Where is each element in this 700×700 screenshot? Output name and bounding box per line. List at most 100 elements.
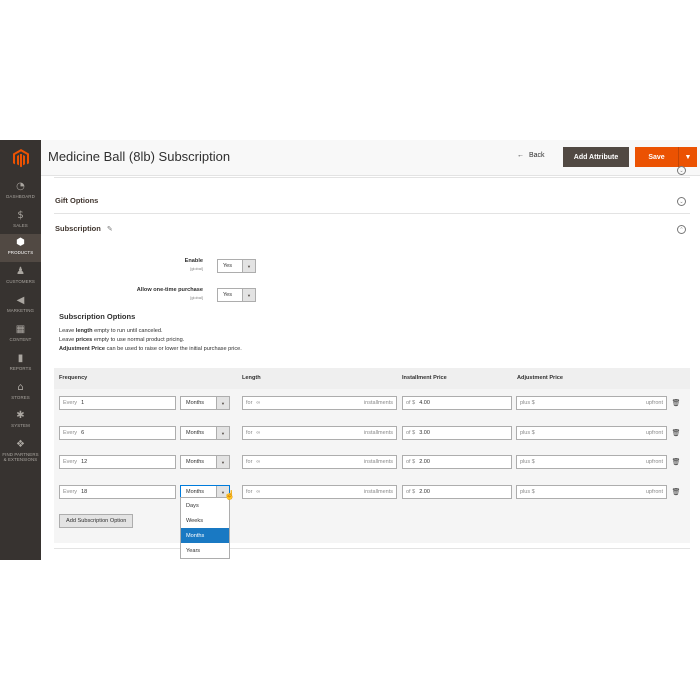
trash-icon[interactable]: 🗑 <box>672 398 681 407</box>
gear-icon: ✱ <box>16 410 25 421</box>
unit-select[interactable]: Months ▼ <box>180 396 230 410</box>
chevron-down-icon: ⌄ <box>677 197 686 206</box>
caret-down-icon: ▼ <box>216 427 229 439</box>
sidebar-item-label: SALES <box>13 223 28 228</box>
back-button[interactable]: ← Back <box>517 152 545 159</box>
cubes-icon: ❖ <box>16 439 25 450</box>
length-input[interactable]: for ∞ installments <box>242 396 397 410</box>
back-arrow-icon: ← <box>517 152 524 159</box>
help-text-length: Leave length empty to run until canceled… <box>59 328 163 334</box>
adjustment-price-input[interactable]: plus $ upfront <box>516 455 667 469</box>
section-collapsed-top[interactable]: ⌄ <box>54 166 690 178</box>
caret-down-icon: ▼ <box>216 456 229 468</box>
megaphone-icon: ◀ <box>16 295 25 306</box>
every-input[interactable]: Every 18 <box>59 485 176 499</box>
header-installment-price: Installment Price <box>402 375 447 381</box>
header-length: Length <box>242 375 261 381</box>
one-time-label: Allow one-time purchase <box>136 287 203 293</box>
sidebar-item-stores[interactable]: ⌂ STORES <box>0 379 41 407</box>
help-text-prices: Leave prices empty to use normal product… <box>59 337 185 343</box>
dropdown-option-months[interactable]: Months <box>181 528 229 543</box>
add-subscription-option-button[interactable]: Add Subscription Option <box>59 514 134 528</box>
section-subscription[interactable]: Subscription ✎ ⌃ <box>54 214 690 242</box>
length-input[interactable]: for ∞ installments <box>242 426 397 440</box>
one-time-scope: [global] <box>190 295 203 300</box>
person-icon: ♟ <box>16 266 25 277</box>
admin-screen: ◔ DASHBOARD $ SALES ⬢ PRODUCTS ♟ CUSTOME… <box>0 140 700 560</box>
options-table-header: Frequency Length Installment Price Adjus… <box>54 368 690 389</box>
installment-price-input[interactable]: of $4.00 <box>402 396 512 410</box>
sidebar-item-label: DASHBOARD <box>6 194 35 199</box>
sidebar-item-content[interactable]: ▦ CONTENT <box>0 321 41 349</box>
header-adjustment-price: Adjustment Price <box>517 375 564 381</box>
one-time-select[interactable]: Yes ▼ <box>217 288 256 302</box>
sidebar-item-partners[interactable]: ❖ FIND PARTNERS & EXTENSIONS <box>0 436 41 466</box>
length-input[interactable]: for ∞ installments <box>242 485 397 499</box>
sidebar-item-marketing[interactable]: ◀ MARKETING <box>0 292 41 320</box>
unit-select[interactable]: Months ▼ <box>180 455 230 469</box>
main-content: ⌄ Gift Options ⌄ Subscription ✎ ⌃ Enable … <box>41 166 700 560</box>
adjustment-price-input[interactable]: plus $ upfront <box>516 396 667 410</box>
length-input[interactable]: for ∞ installments <box>242 455 397 469</box>
sidebar-item-label: REPORTS <box>9 366 32 371</box>
section-gift-options[interactable]: Gift Options ⌄ <box>54 186 690 214</box>
mouse-pointer-icon: ☝ <box>224 490 236 500</box>
enable-select[interactable]: Yes ▼ <box>217 259 256 273</box>
layout-icon: ▦ <box>15 324 26 335</box>
box-icon: ⬢ <box>16 237 25 248</box>
dropdown-option-days[interactable]: Days <box>181 498 229 513</box>
sidebar-item-dashboard[interactable]: ◔ DASHBOARD <box>0 178 41 206</box>
unit-select[interactable]: Months ▼ <box>180 426 230 440</box>
adjustment-price-input[interactable]: plus $ upfront <box>516 426 667 440</box>
enable-label: Enable <box>184 258 203 264</box>
save-button[interactable]: Save <box>635 147 678 167</box>
sidebar-item-label: FIND PARTNERS & EXTENSIONS <box>2 452 39 462</box>
back-label: Back <box>529 152 545 159</box>
section-divider <box>54 548 690 549</box>
add-attribute-button[interactable]: Add Attribute <box>563 147 629 167</box>
sidebar-item-label: SYSTEM <box>11 423 30 428</box>
subscription-options-heading: Subscription Options <box>59 312 136 321</box>
enable-scope: [global] <box>190 266 203 271</box>
dropdown-option-weeks[interactable]: Weeks <box>181 513 229 528</box>
magento-logo-icon[interactable] <box>0 140 41 176</box>
dropdown-option-years[interactable]: Years <box>181 543 229 558</box>
sidebar-item-sales[interactable]: $ SALES <box>0 207 41 235</box>
save-options-toggle[interactable]: ▼ <box>678 147 697 167</box>
sidebar-item-label: MARKETING <box>6 308 34 313</box>
sidebar-item-customers[interactable]: ♟ CUSTOMERS <box>0 263 41 291</box>
trash-icon[interactable]: 🗑 <box>672 428 681 437</box>
section-title: Gift Options <box>55 196 99 205</box>
trash-icon[interactable]: 🗑 <box>672 457 681 466</box>
installment-price-input[interactable]: of $2.00 <box>402 485 512 499</box>
page-title: Medicine Ball (8lb) Subscription <box>48 149 231 164</box>
every-input[interactable]: Every 12 <box>59 455 176 469</box>
dollar-icon: $ <box>17 210 24 221</box>
sidebar-item-label: STORES <box>11 395 30 400</box>
caret-down-icon: ▼ <box>242 289 255 301</box>
every-input[interactable]: Every 6 <box>59 426 176 440</box>
sidebar-item-label: CUSTOMERS <box>6 279 35 284</box>
header-frequency: Frequency <box>59 375 88 381</box>
dashboard-icon: ◔ <box>16 181 25 192</box>
pencil-icon[interactable]: ✎ <box>107 226 113 233</box>
trash-icon[interactable]: 🗑 <box>672 487 681 496</box>
installment-price-input[interactable]: of $3.00 <box>402 426 512 440</box>
sidebar-item-label: PRODUCTS <box>7 250 34 255</box>
sidebar-item-system[interactable]: ✱ SYSTEM <box>0 407 41 435</box>
chevron-down-icon: ⌄ <box>677 166 686 175</box>
bar-chart-icon: ▮ <box>17 353 24 364</box>
section-title-label: Subscription <box>55 224 101 233</box>
unit-dropdown-menu: Days Weeks Months Years <box>180 497 230 559</box>
chevron-up-icon: ⌃ <box>677 225 686 234</box>
enable-value: Yes <box>223 263 232 269</box>
sidebar-item-products[interactable]: ⬢ PRODUCTS <box>0 234 41 262</box>
every-input[interactable]: Every 1 <box>59 396 176 410</box>
storefront-icon: ⌂ <box>17 382 24 393</box>
installment-price-input[interactable]: of $2.00 <box>402 455 512 469</box>
adjustment-price-input[interactable]: plus $ upfront <box>516 485 667 499</box>
help-text-adjustment: Adjustment Price can be used to raise or… <box>59 346 242 352</box>
sidebar-item-reports[interactable]: ▮ REPORTS <box>0 350 41 378</box>
caret-down-icon: ▼ <box>216 397 229 409</box>
caret-down-icon: ▼ <box>242 260 255 272</box>
